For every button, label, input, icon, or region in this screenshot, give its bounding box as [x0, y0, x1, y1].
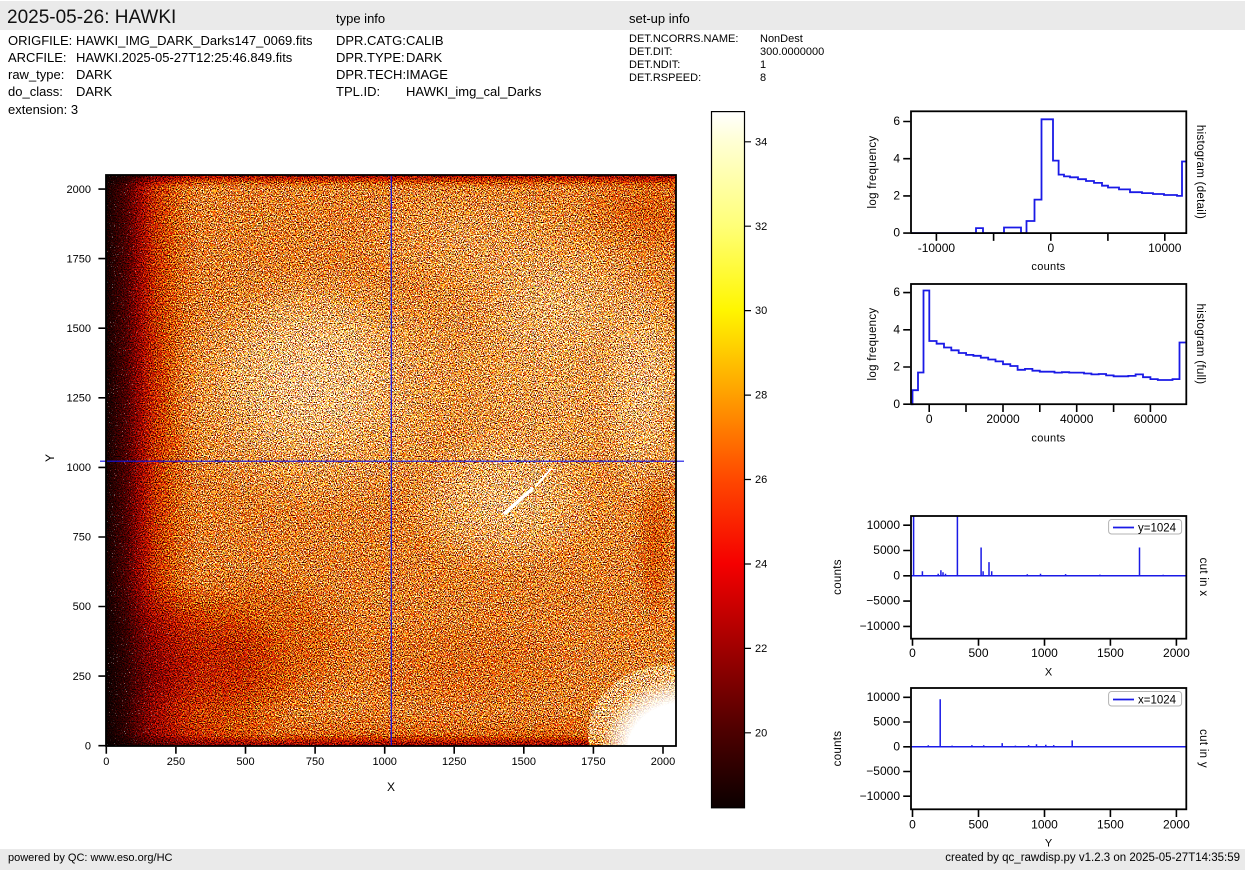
svg-text:2: 2 [893, 360, 900, 374]
svg-text:4: 4 [893, 151, 900, 165]
svg-text:500: 500 [236, 756, 254, 768]
svg-text:counts: counts [1031, 433, 1065, 445]
svg-text:0: 0 [893, 397, 900, 411]
svg-text:Y: Y [1045, 838, 1053, 850]
svg-text:1000: 1000 [67, 462, 91, 474]
svg-text:−5000: −5000 [866, 764, 900, 778]
svg-text:0: 0 [103, 756, 109, 768]
svg-text:1250: 1250 [442, 756, 466, 768]
svg-text:histogram (full): histogram (full) [1194, 304, 1206, 385]
svg-text:y=1024: y=1024 [1138, 523, 1177, 535]
svg-text:60000: 60000 [1134, 412, 1168, 426]
svg-text:10000: 10000 [867, 690, 901, 704]
svg-text:−5000: −5000 [866, 594, 900, 608]
svg-text:0: 0 [909, 646, 916, 660]
svg-text:1000: 1000 [1031, 646, 1058, 660]
svg-text:20: 20 [755, 727, 767, 739]
svg-text:0: 0 [893, 739, 900, 753]
svg-text:34: 34 [755, 136, 767, 148]
svg-text:20000: 20000 [986, 412, 1020, 426]
svg-text:250: 250 [167, 756, 185, 768]
svg-text:10000: 10000 [867, 518, 901, 532]
svg-text:counts: counts [832, 559, 844, 595]
svg-text:750: 750 [73, 532, 91, 544]
svg-text:10000: 10000 [1148, 241, 1182, 255]
svg-text:cut in x: cut in x [1197, 558, 1209, 597]
svg-text:500: 500 [968, 646, 988, 660]
svg-text:1500: 1500 [67, 323, 91, 335]
svg-text:1250: 1250 [67, 393, 91, 405]
svg-text:500: 500 [968, 818, 988, 832]
svg-text:0: 0 [926, 412, 933, 426]
svg-text:250: 250 [73, 671, 91, 683]
svg-text:2000: 2000 [67, 184, 91, 196]
svg-text:750: 750 [306, 756, 324, 768]
svg-text:26: 26 [755, 474, 767, 486]
svg-text:32: 32 [755, 221, 767, 233]
svg-text:5000: 5000 [873, 715, 900, 729]
svg-text:22: 22 [755, 643, 767, 655]
svg-text:500: 500 [73, 601, 91, 613]
svg-text:X: X [387, 780, 395, 794]
svg-text:2000: 2000 [1163, 646, 1190, 660]
svg-text:30: 30 [755, 305, 767, 317]
svg-text:2: 2 [893, 189, 900, 203]
svg-text:1750: 1750 [581, 756, 605, 768]
svg-text:log frequency: log frequency [867, 308, 879, 381]
svg-text:6: 6 [893, 114, 900, 128]
svg-text:0: 0 [1047, 241, 1054, 255]
svg-text:1500: 1500 [512, 756, 536, 768]
svg-text:Y: Y [43, 454, 57, 462]
svg-text:4: 4 [893, 322, 900, 336]
svg-text:2000: 2000 [651, 756, 675, 768]
svg-text:log frequency: log frequency [867, 136, 879, 209]
svg-text:-10000: -10000 [918, 241, 956, 255]
svg-text:1750: 1750 [67, 253, 91, 265]
svg-text:1500: 1500 [1097, 646, 1124, 660]
svg-text:counts: counts [1031, 261, 1065, 273]
svg-text:2000: 2000 [1163, 818, 1190, 832]
svg-text:1000: 1000 [372, 756, 396, 768]
svg-text:40000: 40000 [1060, 412, 1094, 426]
svg-text:28: 28 [755, 390, 767, 402]
svg-text:0: 0 [893, 568, 900, 582]
svg-text:−10000: −10000 [860, 789, 901, 803]
svg-text:x=1024: x=1024 [1138, 695, 1177, 707]
svg-text:24: 24 [755, 559, 767, 571]
svg-text:6: 6 [893, 285, 900, 299]
svg-text:1500: 1500 [1097, 818, 1124, 832]
svg-text:X: X [1045, 667, 1053, 679]
svg-text:cut in y: cut in y [1197, 729, 1209, 768]
svg-text:0: 0 [909, 818, 916, 832]
svg-text:1000: 1000 [1031, 818, 1058, 832]
svg-text:counts: counts [832, 731, 844, 767]
svg-text:−10000: −10000 [860, 619, 901, 633]
svg-text:histogram (detail): histogram (detail) [1194, 125, 1206, 219]
svg-text:0: 0 [893, 226, 900, 240]
svg-text:0: 0 [85, 740, 91, 752]
svg-text:5000: 5000 [873, 543, 900, 557]
